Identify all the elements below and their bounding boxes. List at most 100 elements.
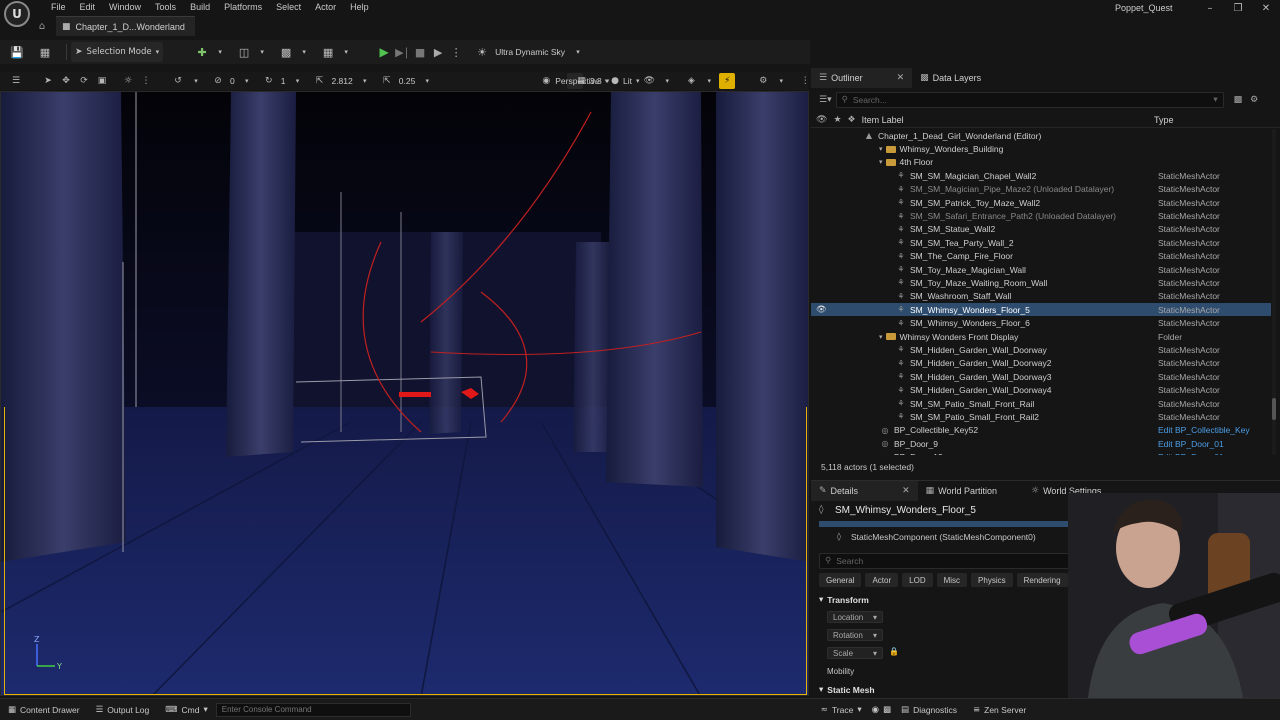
outliner-row[interactable]: ⚘ SM_SM_Safari_Entrance_Path2 (Unloaded D… bbox=[811, 209, 1271, 222]
menu-window[interactable]: Window bbox=[102, 2, 148, 12]
visibility-eye-icon[interactable]: 👁 bbox=[816, 115, 827, 125]
chevron-down-icon[interactable]: ▾ bbox=[773, 73, 789, 89]
rotate-snap-value[interactable]: 0 bbox=[228, 76, 237, 86]
menu-actor[interactable]: Actor bbox=[308, 2, 343, 12]
category-rendering[interactable]: Rendering bbox=[1016, 573, 1068, 587]
menu-help[interactable]: Help bbox=[343, 2, 376, 12]
outliner-row[interactable]: ⚘ SM_Hidden_Garden_Wall_Doorway4 StaticMes… bbox=[811, 383, 1271, 396]
outliner-row[interactable]: ◎BP_Door_13 Edit BP_Door_01 bbox=[811, 450, 1271, 455]
rotation-dropdown[interactable]: Rotation ▾ bbox=[827, 629, 883, 641]
world-space-icon[interactable]: ☼ bbox=[120, 73, 136, 89]
grid-snap-icon[interactable]: ⊘ bbox=[210, 73, 226, 89]
chevron-down-icon[interactable]: ▾ bbox=[879, 158, 883, 166]
outliner-row[interactable]: ▾ 4th Floor bbox=[811, 156, 1271, 169]
chevron-down-icon[interactable]: ▾ bbox=[289, 73, 305, 89]
chevron-down-icon[interactable]: ▾ bbox=[701, 73, 717, 89]
outliner-row[interactable]: ◎ BP_Collectible_Key52 Edit BP_Collectible… bbox=[811, 424, 1271, 437]
record-icon[interactable]: ◉ bbox=[870, 705, 881, 715]
select-icon[interactable]: ➤ bbox=[40, 73, 56, 89]
selection-mode-button[interactable]: ➤ Selection Mode ▾ bbox=[71, 42, 164, 62]
level-tab[interactable]: ■ Chapter_1_D...Wonderland bbox=[56, 16, 195, 36]
chevron-down-icon[interactable]: ▾ bbox=[211, 42, 229, 62]
outliner-row[interactable]: ⚘ SM_SM_Patio_Small_Front_Rail2 StaticMesh… bbox=[811, 410, 1271, 423]
location-dropdown[interactable]: Location ▾ bbox=[827, 611, 883, 623]
cinematics-icon[interactable]: ▩ bbox=[277, 42, 295, 62]
camera-speed-icon[interactable]: ⇱ bbox=[379, 73, 395, 89]
scale-dropdown[interactable]: Scale ▾ bbox=[827, 647, 883, 659]
more-options-icon[interactable]: ⋮ bbox=[138, 73, 154, 89]
outliner-row[interactable]: ⚘ SM_SM_Patio_Small_Front_Rail StaticMeshA… bbox=[811, 397, 1271, 410]
scale-snap-icon[interactable]: ⇱ bbox=[311, 73, 327, 89]
chevron-down-icon[interactable]: ▾ bbox=[419, 73, 435, 89]
content-drawer-button[interactable]: ▦ Content Drawer bbox=[0, 705, 88, 715]
close-icon[interactable]: ✕ bbox=[897, 73, 905, 83]
unreal-logo-icon[interactable]: U bbox=[4, 1, 30, 27]
column-item-label[interactable]: Item Label bbox=[862, 115, 904, 125]
outliner-row[interactable]: 👁 ⚘ SM_Whimsy_Wonders_Floor_5 StaticMeshAct… bbox=[811, 303, 1271, 317]
pin-icon[interactable]: ❖ bbox=[848, 115, 856, 125]
edit-blueprint-link[interactable]: Edit BP_Door_01 bbox=[1158, 439, 1224, 449]
transform-section-header[interactable]: ▾ Transform bbox=[819, 595, 869, 605]
edit-blueprint-link[interactable]: Edit BP_Door_01 bbox=[1158, 452, 1224, 455]
category-general[interactable]: General bbox=[819, 573, 862, 587]
home-icon[interactable]: ⌂ bbox=[34, 18, 50, 34]
outliner-row[interactable]: ⚘ SM_Hidden_Garden_Wall_Doorway StaticMesh… bbox=[811, 343, 1271, 356]
blueprint-icon[interactable]: ◫ bbox=[235, 42, 253, 62]
outliner-row[interactable]: ⚘ SM_Hidden_Garden_Wall_Doorway3 StaticMes… bbox=[811, 370, 1271, 383]
diagnostics-button[interactable]: ▤ Diagnostics bbox=[893, 705, 965, 715]
category-misc[interactable]: Misc bbox=[936, 573, 968, 587]
column-type[interactable]: Type bbox=[1154, 115, 1174, 125]
trace-button[interactable]: ≈ Trace ▾ bbox=[813, 705, 870, 715]
outliner-row[interactable]: ▾ Whimsy_Wonders_Building bbox=[811, 142, 1271, 155]
performance-icon[interactable]: ◈ bbox=[683, 73, 699, 89]
category-physics[interactable]: Physics bbox=[971, 573, 1013, 587]
outliner-row[interactable]: ⚘ SM_Washroom_Staff_Wall StaticMeshActor bbox=[811, 290, 1271, 303]
transform-gizmo-arrow[interactable] bbox=[399, 392, 431, 397]
surface-snap-icon[interactable]: ↺ bbox=[170, 73, 186, 89]
tab-details[interactable]: ✎ Details ✕ bbox=[811, 481, 918, 501]
visibility-eye-icon[interactable]: 👁 bbox=[816, 305, 827, 315]
platforms-icon[interactable]: ▦ bbox=[319, 42, 337, 62]
save-icon[interactable]: 💾 bbox=[8, 42, 26, 62]
star-icon[interactable]: ★ bbox=[833, 115, 841, 125]
zen-server-button[interactable]: ≡ Zen Server bbox=[965, 705, 1034, 715]
outliner-row[interactable]: ⚘ SM_Toy_Maze_Magician_Wall StaticMeshActo… bbox=[811, 263, 1271, 276]
cmd-dropdown[interactable]: ⌨ Cmd ▾ bbox=[157, 705, 216, 715]
outliner-row[interactable]: ▾ Whimsy Wonders Front Display Folder bbox=[811, 330, 1271, 343]
menu-select[interactable]: Select bbox=[269, 2, 308, 12]
rotation-snap-icon[interactable]: ↻ bbox=[261, 73, 277, 89]
add-folder-icon[interactable]: ▩ bbox=[1234, 95, 1243, 105]
lock-icon[interactable]: 🔒 bbox=[889, 647, 899, 656]
content-browser-icon[interactable]: ▦ bbox=[36, 42, 54, 62]
outliner-row[interactable]: ⚘ SM_SM_Statue_Wall2 StaticMeshActor bbox=[811, 223, 1271, 236]
simulate-icon[interactable]: ▶ bbox=[429, 42, 447, 62]
scale-icon[interactable]: ▣ bbox=[94, 73, 110, 89]
close-icon[interactable]: ✕ bbox=[902, 486, 910, 496]
category-lod[interactable]: LOD bbox=[902, 573, 933, 587]
settings-gear-icon[interactable]: ⚙ bbox=[1250, 95, 1258, 105]
chevron-down-icon[interactable]: ▾ bbox=[188, 73, 204, 89]
minimize-icon[interactable]: – bbox=[1196, 0, 1224, 16]
level-viewport[interactable]: Z Y bbox=[0, 91, 809, 696]
viewport-menu-icon[interactable]: ☰ bbox=[8, 73, 24, 89]
step-icon[interactable]: ▶∣ bbox=[393, 42, 411, 62]
grid-snap-value[interactable]: 1 bbox=[279, 76, 288, 86]
screenshot-icon[interactable]: ▩ bbox=[881, 705, 893, 715]
outliner-row[interactable]: ⚘ SM_SM_Magician_Chapel_Wall2 StaticMeshAc… bbox=[811, 169, 1271, 182]
outliner-row[interactable]: ⚘ SM_Toy_Maze_Waiting_Room_Wall StaticMesh… bbox=[811, 276, 1271, 289]
camera-speed-button[interactable]: ▦ 3.3 ▾ bbox=[577, 73, 609, 89]
chevron-down-icon[interactable]: ▾ bbox=[879, 333, 883, 341]
static-mesh-section-header[interactable]: ▾ Static Mesh bbox=[819, 685, 875, 695]
add-actor-icon[interactable]: ✚ bbox=[193, 42, 211, 62]
tab-outliner[interactable]: ☰ Outliner ✕ bbox=[811, 68, 913, 88]
outliner-search-input[interactable]: ⚲ Search... ▾ bbox=[835, 92, 1224, 108]
chevron-down-icon[interactable]: ▾ bbox=[239, 73, 255, 89]
sun-icon[interactable]: ☀ bbox=[473, 42, 491, 62]
restore-icon[interactable]: ❐ bbox=[1224, 0, 1252, 16]
lit-button[interactable]: ● Lit ▾ bbox=[611, 73, 639, 89]
category-actor[interactable]: Actor bbox=[865, 573, 899, 587]
translate-icon[interactable]: ✥ bbox=[58, 73, 74, 89]
static-mesh-component-row[interactable]: StaticMeshComponent (StaticMeshComponent… bbox=[851, 532, 1036, 542]
menu-tools[interactable]: Tools bbox=[148, 2, 183, 12]
rotate-icon[interactable]: ⟳ bbox=[76, 73, 92, 89]
